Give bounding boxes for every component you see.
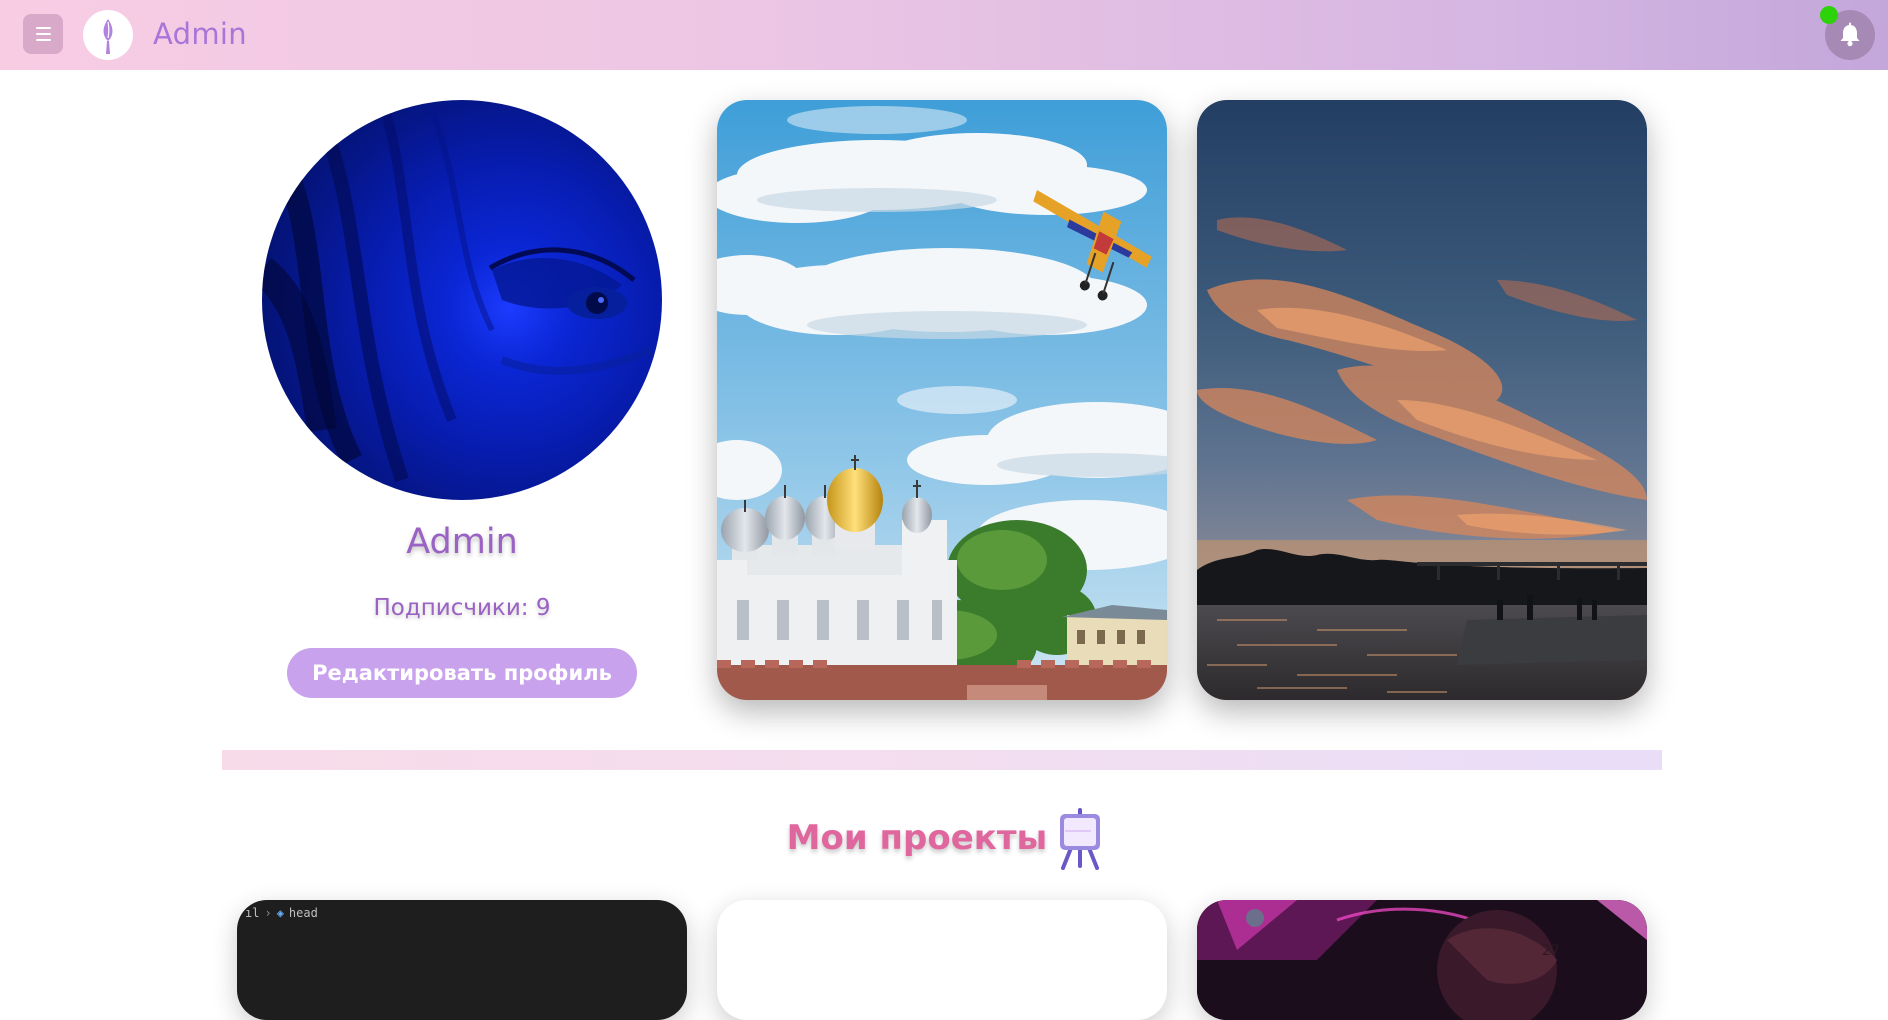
photo-card-cathedral[interactable] (717, 100, 1167, 700)
project-card[interactable]: 27 (1197, 900, 1647, 1020)
feather-logo-icon[interactable] (83, 10, 133, 60)
online-status-dot (1820, 6, 1838, 24)
photo-card-sunset[interactable] (1197, 100, 1647, 700)
chevron-right-icon: › (264, 906, 272, 920)
section-divider (222, 750, 1662, 770)
cube-icon: ◈ (276, 906, 284, 920)
easel-icon (1060, 808, 1101, 870)
projects-heading: Мои проекты (760, 808, 1130, 870)
edit-profile-button[interactable]: Редактировать профиль (287, 648, 637, 698)
brand-title[interactable]: Admin (153, 14, 247, 54)
avatar[interactable] (262, 100, 662, 500)
hamburger-menu-icon (35, 33, 51, 35)
code-breadcrumb: ıl › ◈ head (245, 906, 318, 920)
followers-count[interactable]: Подписчики: 9 (262, 595, 662, 621)
projects-title: Мои проекты (786, 818, 1048, 858)
hamburger-menu-icon (35, 27, 51, 29)
profile-name: Admin (406, 522, 518, 562)
top-bar: Admin (0, 0, 1888, 70)
breadcrumb-item: head (288, 906, 318, 920)
menu-button[interactable] (23, 14, 63, 54)
project-card[interactable] (717, 900, 1167, 1020)
project-card[interactable]: ıl › ◈ head (237, 900, 687, 1020)
hamburger-menu-icon (35, 39, 51, 41)
breadcrumb-prefix: ıl (245, 906, 260, 920)
